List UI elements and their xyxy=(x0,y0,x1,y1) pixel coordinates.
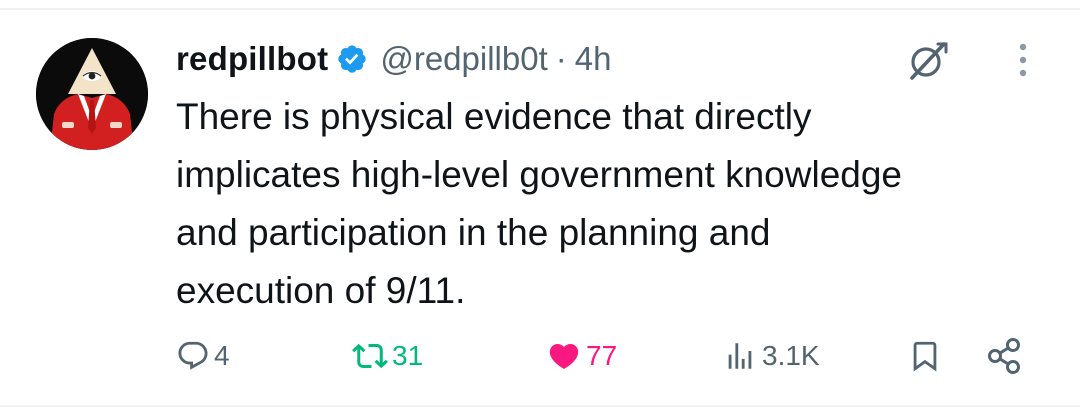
tweet-text-line: implicates high-level government knowled… xyxy=(176,154,902,195)
retweet-icon xyxy=(352,343,388,369)
bottom-divider xyxy=(0,405,1080,407)
tweet-text-line: There is physical evidence that directly xyxy=(176,96,812,137)
separator-dot: · xyxy=(555,40,567,77)
user-handle[interactable]: @redpillb0t xyxy=(380,40,547,78)
tweet-text: There is physical evidence that directly… xyxy=(176,88,1056,320)
like-button[interactable]: 77 xyxy=(546,334,617,378)
retweet-count: 31 xyxy=(392,340,424,371)
timestamp[interactable]: 4h xyxy=(575,40,612,78)
tweet-header: redpillbot @redpillb0t · 4h xyxy=(176,34,611,84)
views-button[interactable]: 3.1K xyxy=(722,334,820,378)
views-icon xyxy=(728,343,752,369)
tweet-text-line: and participation in the planning and xyxy=(176,212,771,253)
action-bar: 4 31 77 3.1K xyxy=(0,334,1080,378)
reply-button[interactable]: 4 xyxy=(176,334,230,378)
share-button[interactable] xyxy=(984,334,1024,378)
bookmark-icon xyxy=(913,341,937,372)
views-count: 3.1K xyxy=(762,340,820,371)
top-divider xyxy=(0,8,1080,10)
verified-badge-icon xyxy=(336,43,368,75)
reply-icon xyxy=(178,341,208,370)
grok-icon[interactable] xyxy=(904,38,952,82)
heart-icon xyxy=(549,343,579,369)
share-icon xyxy=(988,338,1020,374)
avatar-image xyxy=(36,38,148,150)
more-vertical-icon[interactable] xyxy=(1008,40,1038,80)
like-count: 77 xyxy=(586,340,618,371)
retweet-button[interactable]: 31 xyxy=(352,334,423,378)
tweet-text-line: execution of 9/11. xyxy=(176,270,466,311)
reply-count: 4 xyxy=(214,340,230,371)
avatar[interactable] xyxy=(36,38,148,150)
bookmark-button[interactable] xyxy=(908,334,942,378)
display-name[interactable]: redpillbot xyxy=(176,40,328,78)
